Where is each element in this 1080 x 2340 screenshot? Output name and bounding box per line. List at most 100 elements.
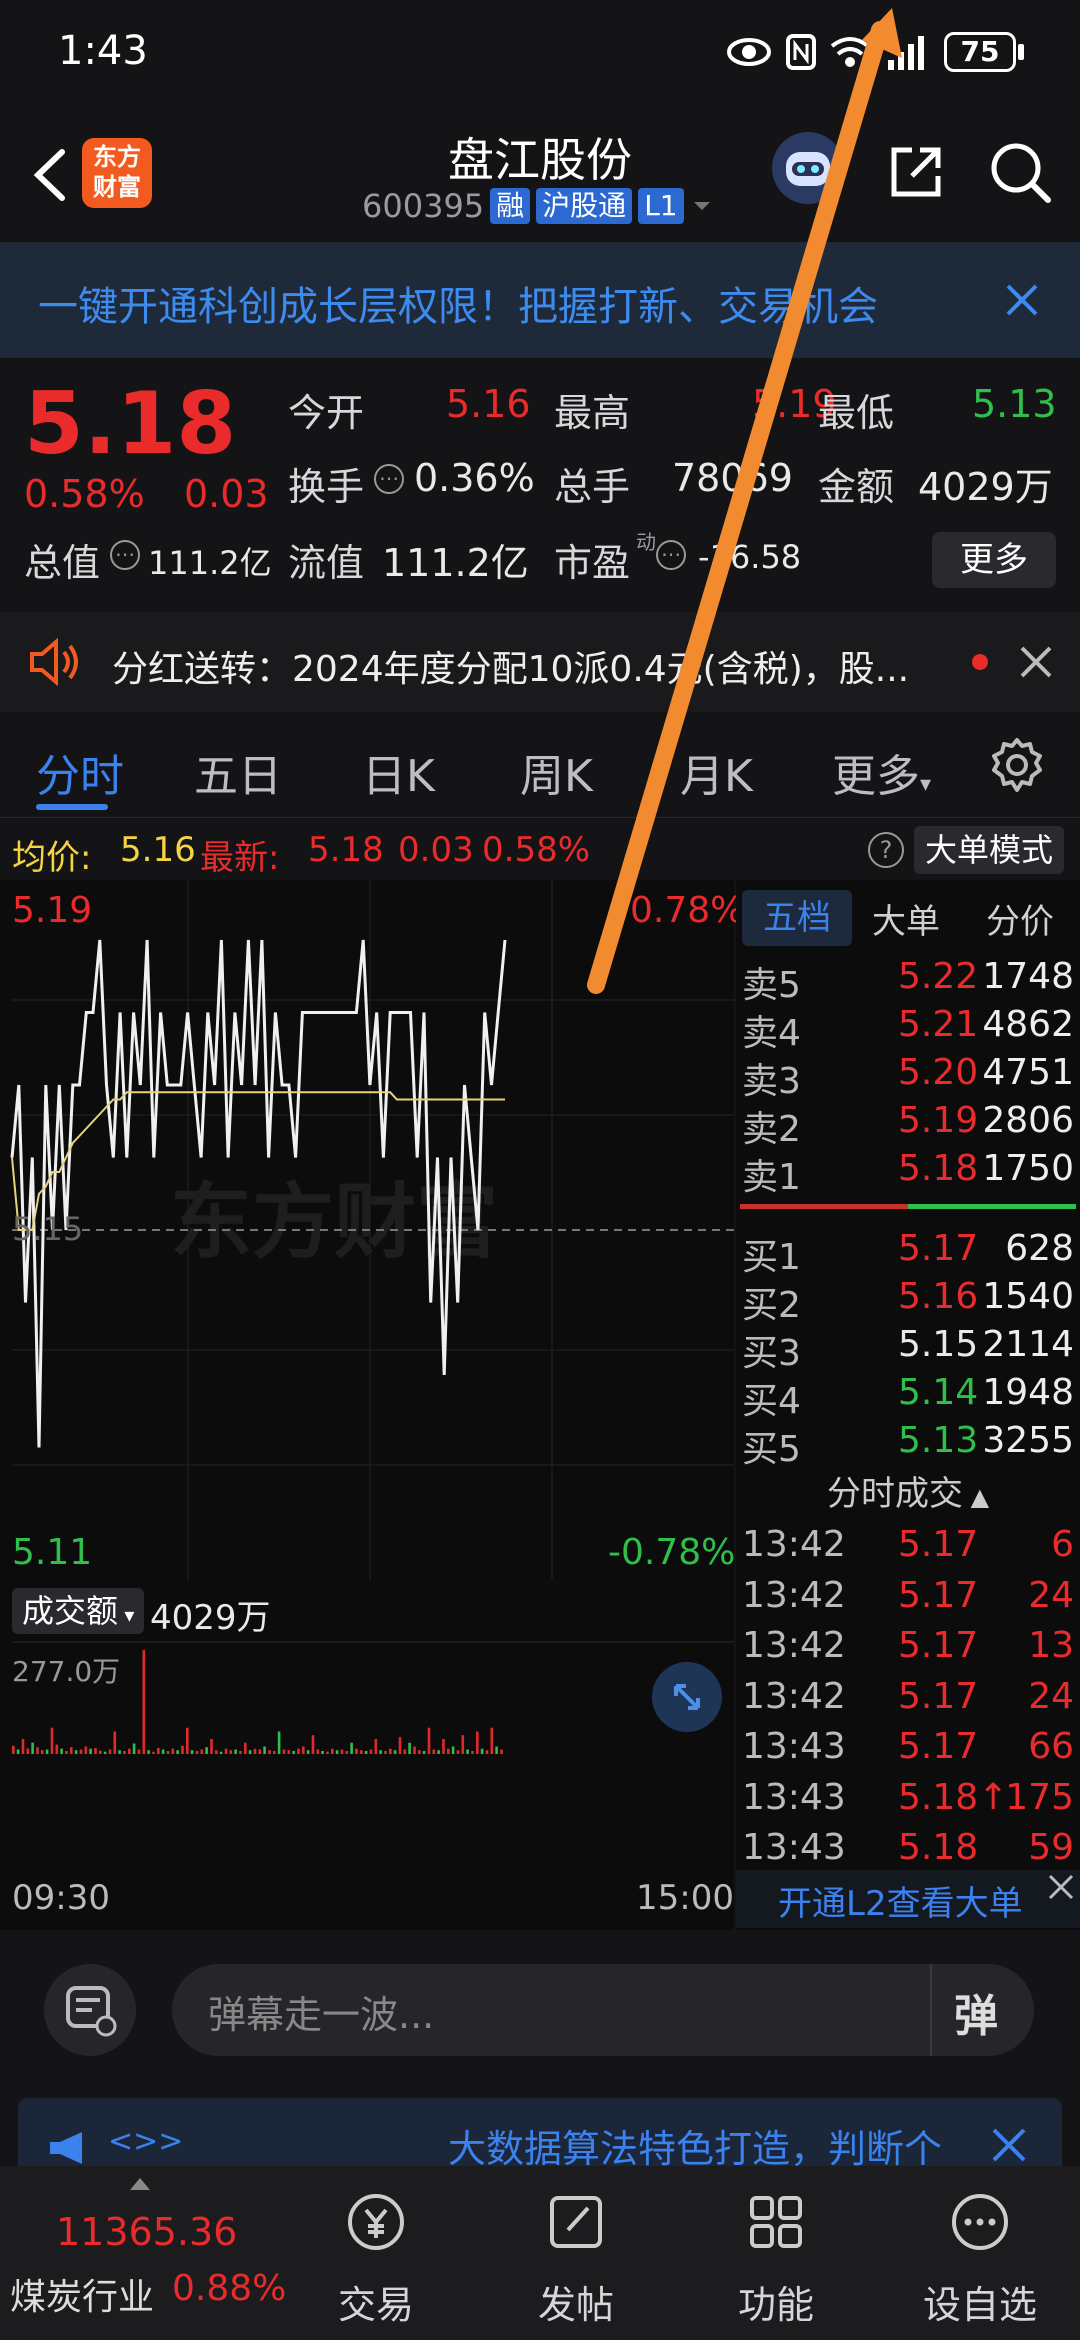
stock-code-row[interactable]: 600395 融 沪股通 L1 — [362, 186, 714, 226]
nav-post[interactable]: 发帖 — [476, 2166, 676, 2340]
tab-day-k[interactable]: 日K — [362, 740, 435, 804]
price-summary-row: 均价: 5.16 最新: 5.18 0.03 0.58% ? 大单模式 — [0, 820, 1080, 880]
danmu-send-button[interactable]: 弹 — [930, 1964, 1034, 2056]
danmu-settings-button[interactable] — [44, 1964, 136, 2056]
intraday-chart[interactable]: 东方财富 5.19 0.78% 5.15 5.11 -0.78% 成交额 ▾ 4… — [0, 880, 744, 1930]
y-min-percent: -0.78% — [608, 1532, 736, 1573]
volume-bar — [451, 1746, 455, 1754]
search-icon[interactable] — [986, 138, 1054, 206]
volume-bar — [389, 1748, 392, 1754]
ask-price: 5.18 — [898, 1148, 979, 1189]
tab-big-orders[interactable]: 大单 — [872, 894, 940, 943]
danmu-button-label: 弹 — [954, 1991, 998, 2042]
close-icon[interactable] — [1000, 278, 1044, 322]
watchlist-more-icon — [952, 2194, 1008, 2250]
nav-trade-label: 交易 — [337, 2283, 414, 2327]
pe-dynamic-sup: 动 — [636, 530, 656, 554]
trade-price: 5.18↑ — [898, 1776, 1009, 1818]
latest-percent: 0.58% — [482, 830, 591, 870]
trade-volume: 66 — [1028, 1726, 1074, 1767]
volume-bar — [268, 1750, 271, 1754]
volume-bar — [234, 1749, 237, 1754]
robot-assistant-icon[interactable] — [772, 132, 844, 204]
latest-change: 0.03 — [398, 830, 474, 870]
trades-title: 分时成交 ▲ — [736, 1466, 1080, 1515]
robot-face-icon — [786, 152, 830, 186]
nav-features[interactable]: 功能 — [676, 2166, 876, 2340]
volume-bar — [331, 1748, 334, 1754]
industry-index-value: 11365.36 — [56, 2210, 238, 2254]
promo-banner[interactable]: 一键开通科创成长层权限！把握打新、交易机会 — [0, 242, 1080, 358]
volume-bar — [219, 1751, 223, 1754]
dividend-notice[interactable]: 分红送转：2024年度分配10派0.4元(含税)，股... — [0, 612, 1080, 712]
volume-bar — [490, 1727, 494, 1754]
big-order-mode-button[interactable]: 大单模式 — [914, 826, 1064, 874]
nav-trade[interactable]: 交易 — [276, 2166, 476, 2340]
l2-close-icon[interactable] — [1044, 1870, 1078, 1904]
trade-price: 5.18 — [898, 1827, 979, 1868]
notice-close-icon[interactable] — [1016, 642, 1056, 682]
battery-level: 75 — [960, 35, 1000, 68]
turnover-value: 0.36% — [414, 456, 535, 500]
volume-bar — [437, 1750, 440, 1754]
amount-label: 金额 — [818, 465, 895, 509]
volume-bar — [65, 1751, 68, 1754]
ask-level-label: 卖2 — [742, 1109, 801, 1150]
fullscreen-button[interactable] — [652, 1662, 722, 1732]
volume-bar — [16, 1749, 20, 1754]
margin-tag: 融 — [490, 188, 531, 224]
volume-bar — [495, 1746, 498, 1754]
bid-price: 5.16 — [898, 1276, 979, 1317]
wifi-icon — [830, 37, 870, 67]
tab-more[interactable]: 更多▾ — [832, 740, 931, 804]
ask-level-label: 卖4 — [742, 1013, 801, 1054]
industry-index[interactable]: 11365.36 煤炭行业 0.88% — [0, 2166, 300, 2340]
latest-value: 5.18 — [308, 830, 384, 870]
features-grid-icon — [750, 2196, 802, 2248]
trade-row: 13:43 5.18 59 — [736, 1827, 1080, 1875]
volume-bar — [103, 1751, 107, 1754]
nav-watchlist[interactable]: 设自选 — [880, 2166, 1080, 2340]
volume-bar — [239, 1751, 242, 1754]
volume-bar — [200, 1749, 204, 1754]
volume-bar — [55, 1744, 59, 1754]
trade-price: 5.17 — [898, 1524, 979, 1565]
volume-bar — [205, 1747, 208, 1754]
y-mid-price: 5.15 — [12, 1210, 84, 1248]
trade-row: 13:42 5.17 24 — [736, 1676, 1080, 1724]
promo-close-icon[interactable] — [988, 2124, 1030, 2166]
pe-value: -16.58 — [698, 538, 802, 576]
volume-bar — [461, 1735, 465, 1754]
ask-bid-separator-red — [740, 1204, 908, 1209]
nav-features-label: 功能 — [737, 2283, 814, 2327]
collapse-icon[interactable]: ▲ — [963, 1483, 989, 1511]
help-icon[interactable]: ? — [868, 832, 904, 868]
tab-week-k[interactable]: 周K — [520, 740, 593, 804]
volume-selector[interactable]: 成交额 ▾ — [12, 1588, 145, 1634]
pe-info-icon[interactable]: ⋯ — [656, 540, 686, 570]
settings-gear-icon[interactable] — [988, 736, 1046, 794]
trade-price: 5.17 — [898, 1726, 979, 1767]
volume-chart-svg — [12, 1641, 734, 1754]
more-quote-button[interactable]: 更多 — [932, 532, 1056, 588]
ask-row: 卖5 5.22 1748 — [736, 956, 1080, 1006]
tab-five-day[interactable]: 五日 — [194, 740, 282, 804]
l2-upsell-bar[interactable]: 开通L2查看大单 — [736, 1870, 1080, 1928]
tab-price-dist[interactable]: 分价 — [986, 894, 1054, 943]
volume-bar — [74, 1750, 78, 1754]
tab-five-levels[interactable]: 五档 — [742, 890, 852, 946]
tab-intraday[interactable]: 分时 — [36, 740, 124, 804]
tab-month-k[interactable]: 月K — [680, 740, 753, 804]
turnover-info-icon[interactable]: ⋯ — [374, 464, 404, 494]
share-icon[interactable] — [884, 140, 948, 204]
danmu-input[interactable]: 弹幕走一波... 弹 — [172, 1964, 1034, 2056]
volume-bar — [31, 1742, 34, 1754]
amount-value: 4029万 — [918, 465, 1053, 509]
volume-bar — [166, 1751, 170, 1754]
volume-bar — [369, 1749, 373, 1754]
trade-yen-icon — [348, 2194, 404, 2250]
market-cap-info-icon[interactable]: ⋯ — [110, 540, 140, 570]
l2-link[interactable]: 开通L2查看大单 — [778, 1876, 1023, 1925]
volume-bar — [244, 1742, 247, 1754]
chart-tabs: 分时 五日 日K 周K 月K 更多▾ — [0, 712, 1080, 818]
